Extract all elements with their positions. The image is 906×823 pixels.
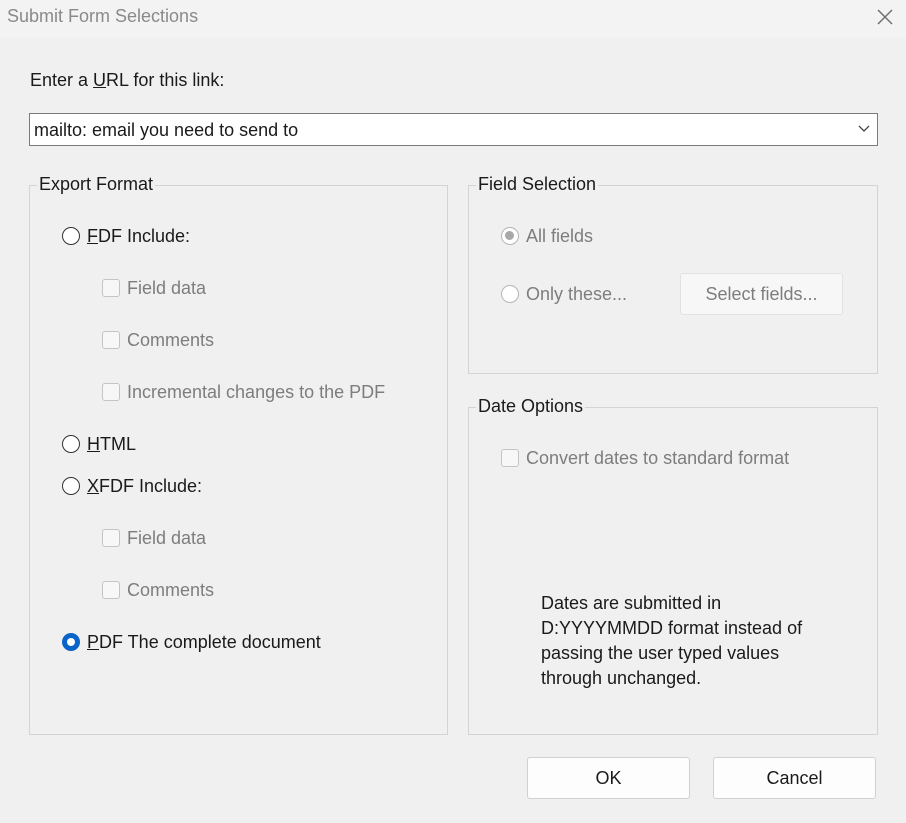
html-label[interactable]: HTML <box>87 434 136 455</box>
submit-form-selections-dialog: Submit Form Selections Enter a URL for t… <box>0 0 906 823</box>
url-input-value[interactable]: mailto: email you need to send to <box>34 120 298 141</box>
fdf-comments-label: Comments <box>127 330 215 350</box>
note-line: through unchanged. <box>541 668 702 688</box>
xfdf-comments-label: Comments <box>127 580 215 600</box>
fdf-incremental-changes-checkbox[interactable] <box>102 383 120 401</box>
note-line: passing the user typed values <box>541 643 780 663</box>
close-button[interactable] <box>872 4 898 30</box>
chevron-down-icon[interactable] <box>857 122 871 136</box>
select-fields-button[interactable]: Select fields... <box>680 273 843 315</box>
cancel-button[interactable]: Cancel <box>713 757 876 799</box>
fdf-comments-checkbox[interactable] <box>102 331 120 349</box>
html-radio[interactable] <box>62 435 80 453</box>
xfdf-field-data-checkbox[interactable] <box>102 529 120 547</box>
only-these-label[interactable]: Only these... <box>526 284 627 305</box>
xfdf-comments-checkbox[interactable] <box>102 581 120 599</box>
fdf-field-data-checkbox[interactable] <box>102 279 120 297</box>
xfdf-field-data-label: Field data <box>127 528 207 548</box>
note-line: D:YYYYMMDD format instead of <box>541 618 803 638</box>
url-combobox[interactable]: mailto: email you need to send to <box>29 113 878 146</box>
note-line: Dates are submitted in <box>541 593 722 613</box>
close-icon <box>877 9 893 25</box>
window-title: Submit Form Selections <box>7 6 199 26</box>
fdf-field-data-label: Field data <box>127 278 207 298</box>
only-these-radio[interactable] <box>501 285 519 303</box>
xfdf-label[interactable]: XFDF Include: <box>87 476 202 497</box>
convert-dates-label[interactable]: Convert dates to standard format <box>526 448 789 469</box>
title-bar: Submit Form Selections <box>0 0 906 38</box>
field-selection-title: Field Selection <box>476 174 599 195</box>
date-options-title: Date Options <box>476 396 586 417</box>
export-format-title: Export Format <box>37 174 156 195</box>
xfdf-radio[interactable] <box>62 477 80 495</box>
ok-button[interactable]: OK <box>527 757 690 799</box>
convert-dates-checkbox[interactable] <box>501 449 519 467</box>
fdf-incremental-changes-label: Incremental changes to the PDF <box>127 382 386 402</box>
fdf-label[interactable]: FDF Include: <box>87 226 190 247</box>
all-fields-radio[interactable] <box>501 227 519 245</box>
url-label: Enter a URL for this link: <box>30 70 225 90</box>
date-options-note: Dates are submitted in D:YYYYMMDD format… <box>541 591 841 691</box>
pdf-label[interactable]: PDF The complete document <box>87 632 321 653</box>
all-fields-label[interactable]: All fields <box>526 226 593 247</box>
fdf-radio[interactable] <box>62 227 80 245</box>
pdf-radio[interactable] <box>62 633 80 651</box>
